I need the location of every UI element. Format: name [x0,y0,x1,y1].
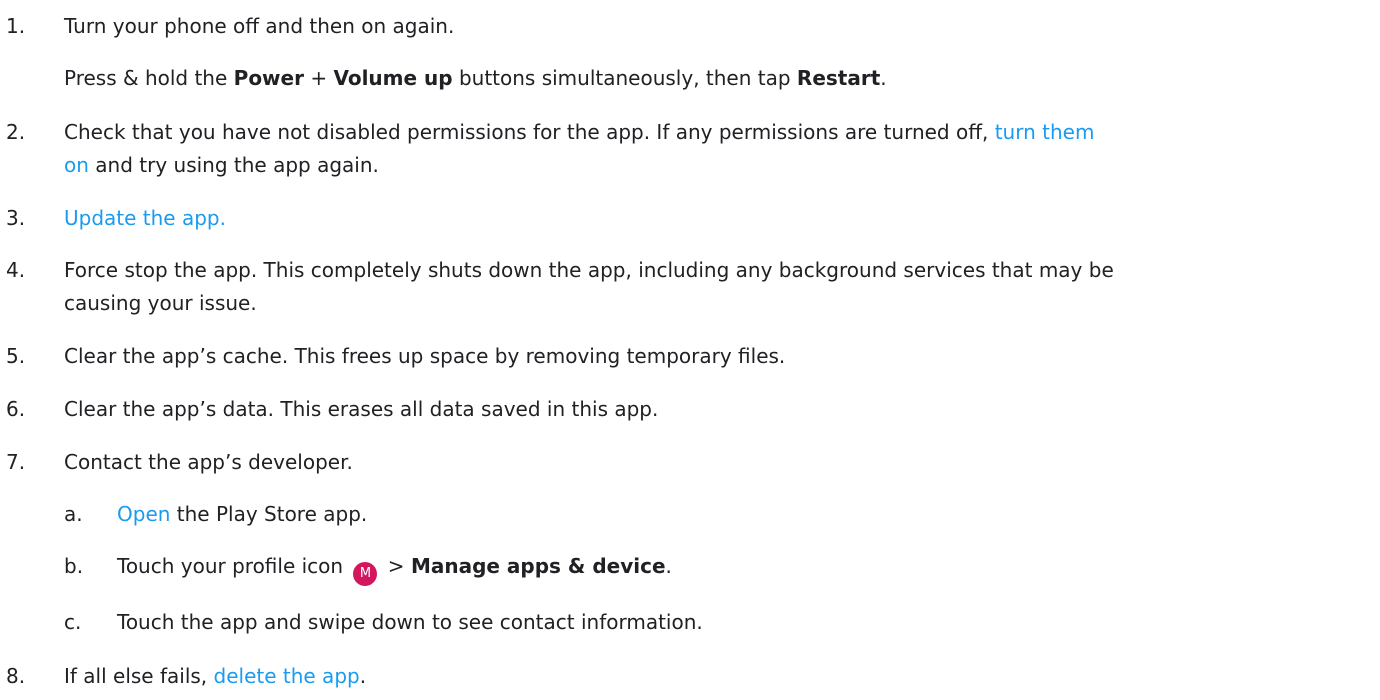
step-text-part: Check that you have not disabled permiss… [64,120,995,144]
substep-text: Touch the app and swipe down to see cont… [117,610,703,634]
substep-letter: b. [64,554,84,578]
substep-text-part: Touch your profile icon [117,554,350,578]
step-number: 1. [6,14,26,38]
step-text-part: . [359,664,367,688]
step-text: Check that you have not disabled permiss… [64,116,1364,182]
link-text: on [64,153,89,177]
substep-letter: c. [64,610,82,634]
open-play-store-link[interactable]: Open [117,502,170,526]
delete-app-link[interactable]: delete the app [214,664,360,688]
power-button-label: Power [233,66,304,90]
update-app-link[interactable]: Update the app. [64,206,226,230]
step-text: Clear the app’s cache. This frees up spa… [64,344,786,368]
step-text-line: Force stop the app. This completely shut… [64,258,1114,282]
restart-instructions: Press & hold the Power + Volume up butto… [64,62,1364,95]
step-text: Contact the app’s developer. [64,450,353,474]
step-text: If all else fails, delete the app. [64,660,1364,693]
step-text: Update the app. [64,202,1364,235]
restart-label: Restart [796,66,881,90]
substep-text: Open the Play Store app. [117,498,1357,531]
substep-text-part: . [665,554,672,578]
step-number: 8. [6,664,26,688]
detail-text: Press & hold the [64,66,234,90]
substep-text-part: the Play Store app. [170,502,368,526]
substep-text: Touch your profile icon M > Manage apps … [117,550,1357,586]
volume-up-label: Volume up [333,66,453,90]
substep-text-part: > [381,554,411,578]
step-text: Force stop the app. This completely shut… [64,254,1364,320]
manage-apps-label: Manage apps & device [410,554,666,578]
profile-avatar-icon: M [353,562,378,586]
substep-letter: a. [64,502,83,526]
step-number: 6. [6,397,26,421]
step-text: Clear the app’s data. This erases all da… [64,397,659,421]
step-text: Turn your phone off and then on again. [64,14,455,38]
step-text-part: and try using the app again. [88,153,379,177]
detail-text: . [880,66,887,90]
step-text-part: If all else fails, [64,664,214,688]
step-number: 2. [6,120,26,144]
detail-text: buttons simultaneously, then tap [452,66,797,90]
detail-text: + [303,66,334,90]
step-number: 5. [6,344,26,368]
step-number: 7. [6,450,26,474]
step-number: 3. [6,206,26,230]
step-text-line: causing your issue. [64,291,257,315]
link-text: turn them [994,120,1095,144]
step-number: 4. [6,258,26,282]
